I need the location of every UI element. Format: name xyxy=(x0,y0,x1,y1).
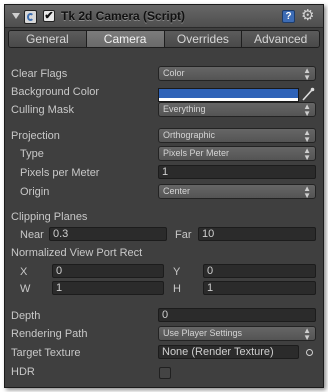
projection-dropdown[interactable]: Orthographic ▲ ▼ xyxy=(158,128,316,144)
tab-overrides[interactable]: Overrides xyxy=(164,31,243,47)
inspector-panel: ✔ Tk 2d Camera (Script) ? ⚙ General Came… xyxy=(4,4,324,388)
component-header: ✔ Tk 2d Camera (Script) ? ⚙ xyxy=(5,5,323,28)
near-label: Near xyxy=(20,229,44,241)
rendering-path-dropdown[interactable]: Use Player Settings ▲ ▼ xyxy=(158,326,316,342)
dropdown-arrows-icon: ▲ ▼ xyxy=(303,66,311,82)
target-texture-field[interactable]: None (Render Texture) xyxy=(158,345,299,359)
target-texture-label: Target Texture xyxy=(11,347,81,359)
rendering-path-label: Rendering Path xyxy=(11,328,88,340)
projection-value: Orthographic xyxy=(163,130,216,140)
viewport-x-input[interactable]: 0 xyxy=(52,264,164,278)
hdr-label: HDR xyxy=(11,366,35,378)
help-icon[interactable]: ? xyxy=(282,10,295,23)
tab-advanced[interactable]: Advanced xyxy=(242,31,319,47)
component-title: Tk 2d Camera (Script) xyxy=(61,9,186,23)
origin-dropdown[interactable]: Center ▲ ▼ xyxy=(158,184,316,200)
projection-label: Projection xyxy=(11,130,60,142)
viewport-x-label: X xyxy=(20,266,28,278)
script-icon xyxy=(24,10,37,24)
rendering-path-value: Use Player Settings xyxy=(163,328,243,338)
type-label: Type xyxy=(20,148,44,160)
type-dropdown[interactable]: Pixels Per Meter ▲ ▼ xyxy=(158,146,316,162)
viewport-h-input[interactable]: 1 xyxy=(203,281,316,295)
tab-bar: General Camera Overrides Advanced xyxy=(8,30,320,48)
viewport-rect-label: Normalized View Port Rect xyxy=(11,247,143,259)
depth-input[interactable]: 0 xyxy=(158,308,316,322)
far-input[interactable]: 10 xyxy=(198,227,316,241)
type-value: Pixels Per Meter xyxy=(163,148,230,158)
far-label: Far xyxy=(175,229,192,241)
clear-flags-dropdown[interactable]: Color ▲ ▼ xyxy=(158,66,316,82)
culling-mask-value: Everything xyxy=(163,104,206,114)
dropdown-arrows-icon: ▲ ▼ xyxy=(303,128,311,144)
viewport-y-label: Y xyxy=(173,266,181,278)
depth-label: Depth xyxy=(11,310,41,322)
near-input[interactable]: 0.3 xyxy=(49,227,167,241)
eyedropper-icon[interactable] xyxy=(301,87,315,102)
pixels-per-meter-label: Pixels per Meter xyxy=(20,167,100,179)
enabled-checkbox[interactable]: ✔ xyxy=(43,10,55,22)
dropdown-arrows-icon: ▲ ▼ xyxy=(303,146,311,162)
viewport-y-input[interactable]: 0 xyxy=(203,264,316,278)
tab-camera[interactable]: Camera xyxy=(86,31,165,47)
dropdown-arrows-icon: ▲ ▼ xyxy=(303,102,311,118)
pixels-per-meter-input[interactable]: 1 xyxy=(158,165,316,179)
viewport-h-label: H xyxy=(173,283,181,295)
origin-label: Origin xyxy=(20,186,50,198)
clear-flags-value: Color xyxy=(163,68,185,78)
tab-general[interactable]: General xyxy=(9,31,87,47)
foldout-arrow-icon[interactable] xyxy=(12,13,20,19)
origin-value: Center xyxy=(163,186,191,196)
hdr-checkbox[interactable] xyxy=(159,367,171,379)
gear-icon[interactable]: ⚙ xyxy=(301,8,314,23)
dropdown-arrows-icon: ▲ ▼ xyxy=(303,184,311,200)
culling-mask-label: Culling Mask xyxy=(11,104,74,116)
dropdown-arrows-icon: ▲ ▼ xyxy=(303,326,311,342)
clear-flags-label: Clear Flags xyxy=(11,68,68,80)
viewport-w-label: W xyxy=(20,283,31,295)
object-picker-icon[interactable] xyxy=(306,349,313,356)
viewport-w-input[interactable]: 1 xyxy=(52,281,164,295)
clipping-planes-label: Clipping Planes xyxy=(11,211,88,223)
background-color-label: Background Color xyxy=(11,86,100,98)
background-color-swatch[interactable] xyxy=(158,88,299,102)
culling-mask-dropdown[interactable]: Everything ▲ ▼ xyxy=(158,102,316,118)
